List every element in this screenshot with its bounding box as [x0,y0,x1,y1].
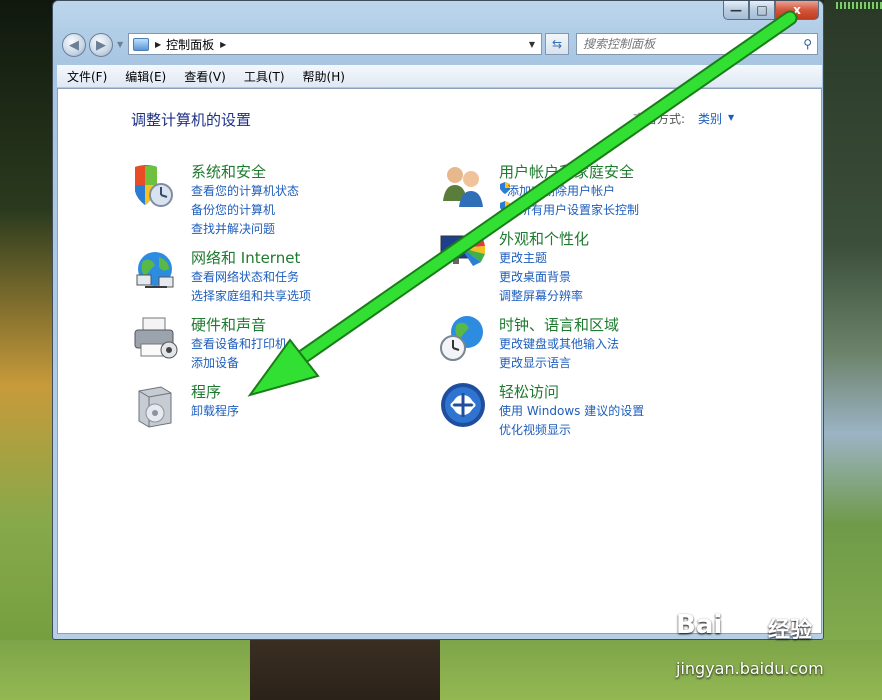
task-link[interactable]: 备份您的计算机 [191,201,275,218]
menu-view[interactable]: 查看(V) [174,68,234,85]
category-title[interactable]: 系统和安全 [191,161,266,182]
task-link[interactable]: 优化视频显示 [499,421,571,438]
task-link[interactable]: 使用 Windows 建议的设置 [499,402,644,419]
minimize-button[interactable]: — [723,1,749,20]
task-link[interactable]: 更改主题 [499,249,547,266]
task-link[interactable]: 更改显示语言 [499,354,571,371]
page-title: 调整计算机的设置 [131,111,252,129]
back-button[interactable]: ◀ [62,33,86,57]
breadcrumb-separator-icon[interactable]: ▶ [220,40,226,49]
printer-icon [134,317,178,359]
chevron-down-icon[interactable]: ▼ [728,113,734,122]
watermark-url: jingyan.baidu.com [676,659,824,678]
shield-icon [135,165,173,207]
search-box[interactable]: ⚲ [576,33,818,55]
category-title[interactable]: 轻松访问 [499,381,559,402]
control-panel-icon [133,37,149,51]
arrow-right-icon: ▶ [96,37,106,53]
category-title[interactable]: 程序 [191,381,221,402]
category-title[interactable]: 用户帐户和家庭安全 [499,161,634,182]
task-link[interactable]: 查看您的计算机状态 [191,182,299,199]
monitor-palette-icon [440,235,485,266]
arrow-left-icon: ◀ [69,37,79,53]
ease-of-access-icon [441,383,485,427]
task-link[interactable]: 选择家庭组和共享选项 [191,287,311,304]
users-icon [443,167,483,207]
task-link[interactable]: 更改桌面背景 [499,268,571,285]
search-icon[interactable]: ⚲ [803,37,812,51]
breadcrumb-control-panel[interactable]: 控制面板 [166,36,214,53]
category-title[interactable]: 网络和 Internet [191,247,300,268]
recent-pages-dropdown[interactable]: ▼ [117,40,123,49]
desktop-wallpaper-right [824,0,882,700]
refresh-button[interactable]: ⇆ [545,33,569,55]
task-link[interactable]: 查看设备和打印机 [191,335,287,352]
category-title[interactable]: 外观和个性化 [499,228,589,249]
wallpaper-hut [250,640,440,700]
breadcrumb-separator-icon[interactable]: ▶ [155,40,161,49]
caption-buttons: — □ x [723,1,819,20]
category-title[interactable]: 时钟、语言和区域 [499,314,619,335]
task-link[interactable]: 为所有用户设置家长控制 [507,201,639,218]
menu-bar: 文件(F) 编辑(E) 查看(V) 工具(T) 帮助(H) [57,65,822,88]
address-bar[interactable]: ▶ 控制面板 ▶ ▼ [128,33,542,55]
task-link[interactable]: 添加或删除用户帐户 [507,182,615,199]
task-link[interactable]: 添加设备 [191,354,239,371]
task-link[interactable]: 查找并解决问题 [191,220,275,237]
refresh-icon: ⇆ [551,37,563,51]
task-link[interactable]: 卸载程序 [191,402,239,419]
menu-help[interactable]: 帮助(H) [293,68,353,85]
address-dropdown-icon[interactable]: ▼ [529,40,535,49]
watermark-logo-text: 经验 [768,618,813,643]
desktop-gadget [836,2,882,9]
menu-edit[interactable]: 编辑(E) [115,68,174,85]
watermark-logo: Bai [676,610,723,640]
category-title[interactable]: 硬件和声音 [191,314,266,335]
task-link[interactable]: 更改键盘或其他输入法 [499,335,619,352]
view-by-label: 查看方式: [633,112,686,126]
view-by-selector[interactable]: 类别 [698,110,722,127]
maximize-button[interactable]: □ [749,1,775,20]
clock-globe-icon [440,316,483,361]
desktop-wallpaper-left [0,0,56,700]
search-input[interactable] [581,36,795,52]
task-link[interactable]: 查看网络状态和任务 [191,268,299,285]
content-pane: 调整计算机的设置 查看方式: 类别 ▼ 系统和安全 查看您的计算机状态 备份您的… [57,88,822,634]
network-globe-icon [136,252,174,288]
menu-file[interactable]: 文件(F) [57,68,115,85]
task-link[interactable]: 调整屏幕分辨率 [499,287,583,304]
program-box-icon [138,386,172,428]
close-button[interactable]: x [775,1,819,20]
menu-tools[interactable]: 工具(T) [234,68,293,85]
forward-button[interactable]: ▶ [89,33,113,57]
